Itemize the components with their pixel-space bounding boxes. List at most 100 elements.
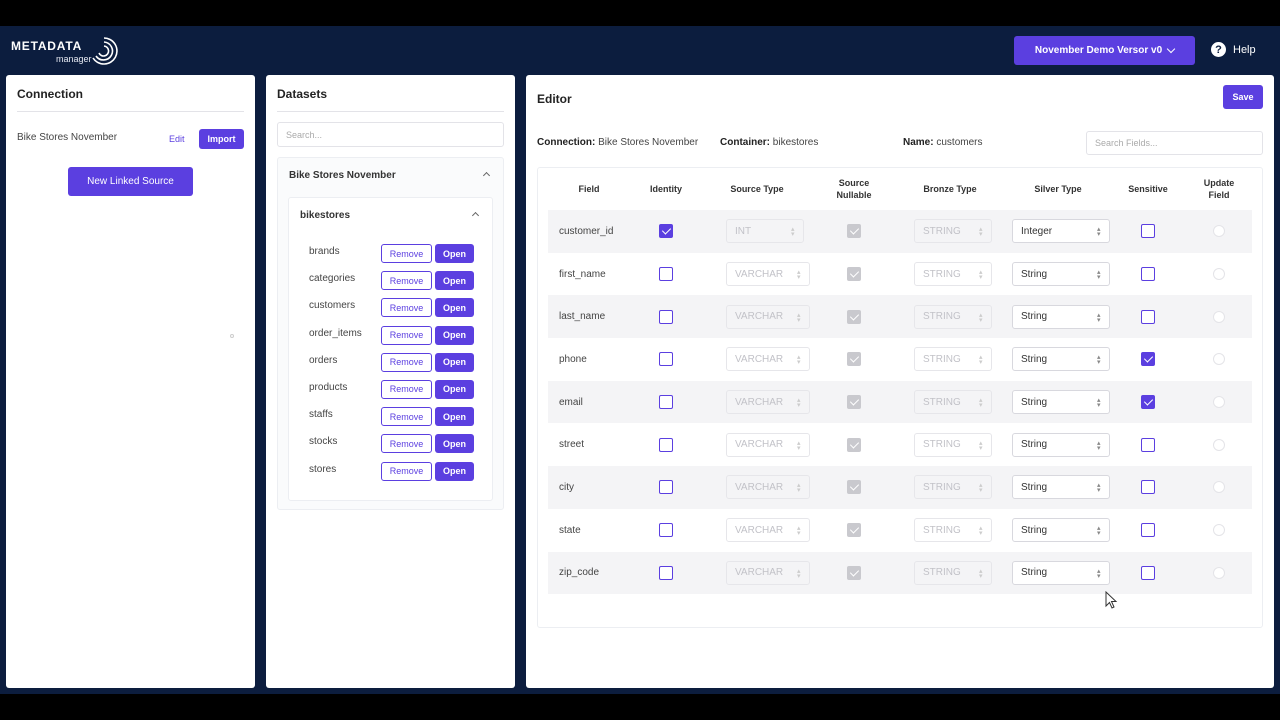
field-name: first_name [559, 268, 606, 280]
select-arrows-icon: ▴ ▾ [1097, 269, 1101, 282]
open-table-button[interactable]: Open [435, 271, 474, 291]
select-arrows-icon: ▴ ▾ [979, 311, 983, 324]
field-row: phone VARCHAR ▴ ▾ STRING ▴ ▾ String ▴ ▾ [548, 338, 1252, 381]
remove-table-button[interactable]: Remove [381, 461, 432, 481]
container-meta-label: Container: [720, 137, 770, 148]
source-type-select: VARCHAR ▴ ▾ [726, 475, 810, 500]
sensitive-checkbox[interactable] [1141, 395, 1155, 410]
update-field-radio[interactable] [1213, 481, 1225, 494]
resize-handle [230, 334, 234, 338]
logo[interactable]: METADATA manager [11, 37, 121, 65]
dataset-table-name: categories [309, 273, 356, 285]
select-arrows-icon: ▴ ▾ [979, 269, 983, 282]
silver-type-select[interactable]: Integer ▴ ▾ [1012, 219, 1110, 244]
sensitive-checkbox[interactable] [1141, 309, 1155, 324]
update-field-radio[interactable] [1213, 566, 1225, 579]
select-arrows-icon: ▴ ▾ [1097, 567, 1101, 580]
update-field-radio[interactable] [1213, 268, 1225, 281]
remove-table-button[interactable]: Remove [381, 407, 432, 427]
silver-type-select[interactable]: String ▴ ▾ [1012, 560, 1110, 585]
sensitive-checkbox[interactable] [1141, 480, 1155, 495]
source-accordion-header[interactable]: Bike Stores November [278, 158, 503, 192]
dataset-table-name: stocks [309, 436, 338, 448]
field-row: customer_id INT ▴ ▾ STRING ▴ ▾ Integer ▴ ▾ [548, 210, 1252, 253]
silver-type-select[interactable]: String ▴ ▾ [1012, 304, 1110, 329]
bronze-type-select: STRING ▴ ▾ [914, 518, 992, 543]
open-table-button[interactable]: Open [435, 325, 474, 345]
bronze-type-value: STRING [923, 567, 961, 579]
help-button[interactable]: ? Help [1211, 42, 1256, 57]
column-header-sensitive: Sensitive [1128, 184, 1168, 194]
remove-table-button[interactable]: Remove [381, 271, 432, 291]
edit-connection-link[interactable]: Edit [169, 134, 185, 144]
version-dropdown-button[interactable]: November Demo Versor v0 [1014, 36, 1195, 65]
remove-table-button[interactable]: Remove [381, 352, 432, 372]
sensitive-checkbox[interactable] [1141, 437, 1155, 452]
source-nullable-checkbox [847, 523, 861, 538]
update-field-radio[interactable] [1213, 438, 1225, 451]
open-table-button[interactable]: Open [435, 352, 474, 372]
update-field-radio[interactable] [1213, 310, 1225, 323]
select-arrows-icon: ▴ ▾ [797, 311, 801, 324]
save-button[interactable]: Save [1223, 85, 1263, 109]
open-table-button[interactable]: Open [435, 244, 474, 263]
column-header-silver-type: Silver Type [1034, 184, 1082, 194]
identity-checkbox[interactable] [659, 352, 673, 367]
sensitive-checkbox[interactable] [1141, 224, 1155, 239]
silver-type-select[interactable]: String ▴ ▾ [1012, 432, 1110, 457]
source-type-value: VARCHAR [735, 567, 784, 579]
select-arrows-icon: ▴ ▾ [797, 354, 801, 367]
bronze-type-value: STRING [923, 481, 961, 493]
identity-checkbox[interactable] [659, 309, 673, 324]
update-field-radio[interactable] [1213, 225, 1225, 238]
identity-checkbox[interactable] [659, 565, 673, 580]
select-arrows-icon: ▴ ▾ [979, 567, 983, 580]
select-arrows-icon: ▴ ▾ [1097, 226, 1101, 239]
source-type-value: VARCHAR [735, 481, 784, 493]
update-field-radio[interactable] [1213, 396, 1225, 409]
select-arrows-icon: ▴ ▾ [979, 482, 983, 495]
open-table-button[interactable]: Open [435, 434, 474, 454]
new-linked-source-button[interactable]: New Linked Source [68, 167, 193, 196]
bronze-type-select: STRING ▴ ▾ [914, 390, 992, 415]
dataset-search-input[interactable] [277, 122, 504, 147]
update-field-radio[interactable] [1213, 524, 1225, 537]
open-table-button[interactable]: Open [435, 461, 474, 481]
identity-checkbox[interactable] [659, 480, 673, 495]
connection-meta: Connection: Bike Stores November [537, 137, 698, 148]
select-arrows-icon: ▴ ▾ [1097, 439, 1101, 452]
identity-checkbox[interactable] [659, 395, 673, 410]
field-name: street [559, 439, 585, 451]
help-icon: ? [1211, 42, 1226, 57]
silver-type-select[interactable]: String ▴ ▾ [1012, 518, 1110, 543]
open-table-button[interactable]: Open [435, 298, 474, 318]
open-table-button[interactable]: Open [435, 379, 474, 399]
remove-table-button[interactable]: Remove [381, 244, 432, 263]
identity-checkbox[interactable] [659, 523, 673, 538]
sensitive-checkbox[interactable] [1141, 352, 1155, 367]
remove-table-button[interactable]: Remove [381, 379, 432, 399]
source-type-value: VARCHAR [735, 439, 784, 451]
sensitive-checkbox[interactable] [1141, 267, 1155, 282]
sensitive-checkbox[interactable] [1141, 565, 1155, 580]
silver-type-select[interactable]: String ▴ ▾ [1012, 262, 1110, 287]
select-arrows-icon: ▴ ▾ [797, 482, 801, 495]
dataset-table-row: stocks Remove Open [289, 434, 492, 461]
silver-type-select[interactable]: String ▴ ▾ [1012, 475, 1110, 500]
identity-checkbox[interactable] [659, 437, 673, 452]
remove-table-button[interactable]: Remove [381, 298, 432, 318]
container-accordion-header[interactable]: bikestores [289, 198, 492, 234]
remove-table-button[interactable]: Remove [381, 434, 432, 454]
silver-type-select[interactable]: String ▴ ▾ [1012, 347, 1110, 372]
version-label: November Demo Versor v0 [1034, 45, 1163, 56]
field-search-input[interactable] [1086, 131, 1263, 155]
identity-checkbox[interactable] [659, 267, 673, 282]
open-table-button[interactable]: Open [435, 407, 474, 427]
sensitive-checkbox[interactable] [1141, 523, 1155, 538]
remove-table-button[interactable]: Remove [381, 325, 432, 345]
identity-checkbox[interactable] [659, 224, 673, 239]
silver-type-select[interactable]: String ▴ ▾ [1012, 390, 1110, 415]
update-field-radio[interactable] [1213, 353, 1225, 366]
import-button[interactable]: Import [199, 129, 244, 149]
field-row: city VARCHAR ▴ ▾ STRING ▴ ▾ String ▴ ▾ [548, 466, 1252, 509]
